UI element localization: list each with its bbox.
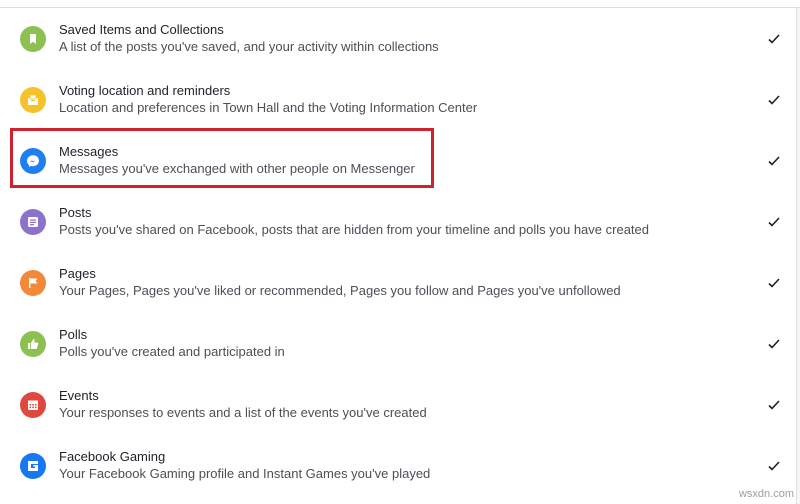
item-description: A list of the posts you've saved, and yo… [59, 39, 439, 54]
item-description: Polls you've created and participated in [59, 344, 285, 359]
list-item-pages[interactable]: Pages Your Pages, Pages you've liked or … [0, 252, 796, 314]
checkmark-icon[interactable] [767, 154, 781, 168]
flag-icon [20, 269, 46, 296]
item-description: Your Facebook Gaming profile and Instant… [59, 466, 431, 481]
checkmark-icon[interactable] [767, 32, 781, 46]
item-title: Saved Items and Collections [59, 22, 224, 37]
checkmark-icon[interactable] [767, 215, 781, 229]
calendar-icon [20, 391, 46, 418]
list-item-events[interactable]: Events Your responses to events and a li… [0, 374, 796, 436]
top-divider [0, 0, 800, 8]
list-item-facebook-gaming[interactable]: Facebook Gaming Your Facebook Gaming pro… [0, 435, 796, 497]
checkmark-icon[interactable] [767, 459, 781, 473]
bookmark-icon [20, 25, 46, 52]
ballot-box-icon [20, 86, 46, 113]
checkmark-icon[interactable] [767, 276, 781, 290]
item-title: Posts [59, 205, 92, 220]
item-description: Posts you've shared on Facebook, posts t… [59, 222, 649, 237]
list-item-saved-items[interactable]: Saved Items and Collections A list of th… [0, 8, 796, 70]
item-description: Messages you've exchanged with other peo… [59, 161, 415, 176]
checkmark-icon[interactable] [767, 93, 781, 107]
list-item-messages[interactable]: Messages Messages you've exchanged with … [0, 130, 796, 192]
checkmark-icon[interactable] [767, 398, 781, 412]
item-title: Messages [59, 144, 119, 159]
gaming-icon [20, 452, 46, 479]
list-item-partial [0, 496, 796, 504]
item-title: Facebook Gaming [59, 449, 166, 464]
item-description: Your responses to events and a list of t… [59, 405, 427, 420]
checkmark-icon[interactable] [767, 337, 781, 351]
item-description: Location and preferences in Town Hall an… [59, 100, 478, 115]
item-description: Your Pages, Pages you've liked or recomm… [59, 283, 621, 298]
post-icon [20, 208, 46, 235]
list-item-posts[interactable]: Posts Posts you've shared on Facebook, p… [0, 191, 796, 253]
thumbs-up-icon [20, 330, 46, 357]
item-title: Events [59, 388, 99, 403]
messenger-icon [20, 147, 46, 174]
download-info-panel: Saved Items and Collections A list of th… [0, 0, 800, 504]
list-item-voting[interactable]: Voting location and reminders Location a… [0, 69, 796, 131]
list-item-polls[interactable]: Polls Polls you've created and participa… [0, 313, 796, 375]
item-title: Voting location and reminders [59, 83, 231, 98]
watermark: wsxdn.com [738, 488, 794, 500]
item-title: Pages [59, 266, 96, 281]
item-title: Polls [59, 327, 88, 342]
